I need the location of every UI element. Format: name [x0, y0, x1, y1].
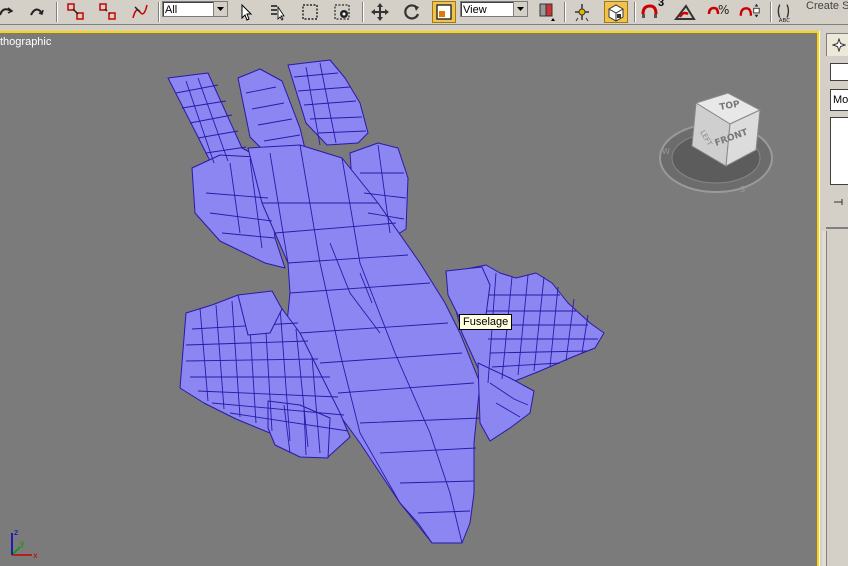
manipulate-icon [575, 4, 589, 22]
snaps-toggle-button[interactable]: 3 [640, 0, 665, 23]
select-and-link-button[interactable] [64, 1, 88, 23]
angle-snap-icon [674, 4, 696, 20]
select-by-name-icon [271, 5, 285, 21]
keyboard-override-icon [608, 4, 624, 22]
unlink-icon [99, 3, 116, 20]
undo-button[interactable] [0, 1, 18, 23]
panel-scrollbar[interactable] [822, 231, 827, 566]
spinner-snap-icon [739, 3, 760, 18]
cursor-arrow-icon [241, 3, 253, 21]
select-object-button[interactable] [234, 1, 258, 23]
create-selection-set-label[interactable]: Create S [806, 0, 848, 12]
scale-icon [436, 4, 452, 20]
select-and-move-button[interactable] [368, 1, 392, 23]
panel-divider [826, 227, 848, 229]
svg-text:ABC: ABC [779, 18, 790, 23]
unlink-selection-button[interactable] [96, 1, 120, 23]
reference-coordinate-value: View [463, 4, 487, 16]
space-warp-icon [132, 4, 148, 19]
chevron-down-icon [513, 2, 527, 16]
axis-tripod: x y z [11, 528, 38, 560]
angle-snap-button[interactable] [674, 1, 698, 23]
axis-z-label: z [14, 528, 18, 537]
selection-filter-value: All [165, 4, 178, 16]
axis-x-label: x [33, 551, 38, 560]
link-icon [67, 3, 84, 20]
snap-dimension-label: 3 [658, 0, 665, 9]
command-panel: Mo [819, 31, 848, 566]
rectangle-select-icon [302, 4, 318, 20]
select-and-scale-button[interactable] [432, 1, 456, 23]
edit-named-selection-button[interactable]: ABC [776, 1, 800, 23]
undo-icon [0, 7, 14, 16]
rectangular-selection-button[interactable] [298, 1, 322, 23]
select-by-name-button[interactable] [266, 1, 290, 23]
object-name-tooltip: Fuselage [459, 314, 513, 330]
named-selection-icon: ABC [777, 4, 790, 23]
spinner-snap-button[interactable] [738, 1, 762, 23]
object-type-field[interactable] [830, 63, 848, 81]
bind-to-space-warp-button[interactable] [128, 1, 152, 23]
object-list-box[interactable] [830, 117, 848, 185]
chevron-down-icon [213, 2, 227, 16]
pivot-center-icon [539, 3, 555, 21]
redo-button[interactable] [24, 1, 48, 23]
selection-filter-dropdown[interactable]: All [162, 1, 228, 17]
pivot-point-button[interactable] [534, 1, 558, 23]
svg-text:%: % [718, 3, 729, 17]
axis-y-label: y [20, 539, 25, 548]
create-tab[interactable] [826, 33, 848, 56]
window-crossing-icon [334, 4, 350, 20]
rotate-icon [404, 4, 420, 20]
object-name-field[interactable]: Mo [830, 89, 848, 111]
redo-icon [30, 8, 44, 16]
percent-snap-button[interactable]: % [706, 1, 730, 23]
compass-south-label: S [740, 185, 745, 194]
main-toolbar: All View 3 % ABC Create S [0, 0, 848, 25]
orthographic-viewport[interactable]: thographic TOP FRONT LEFT W S x y z Fuse… [0, 31, 819, 566]
viewcube[interactable]: TOP FRONT LEFT W S [656, 88, 786, 198]
percent-snap-icon: % [707, 3, 729, 17]
select-and-rotate-button[interactable] [400, 1, 424, 23]
move-icon [371, 3, 389, 21]
select-and-manipulate-button[interactable] [570, 1, 594, 23]
pin-icon[interactable] [834, 199, 846, 205]
reference-coordinate-dropdown[interactable]: View [460, 1, 528, 17]
compass-west-label: W [662, 147, 670, 156]
window-crossing-button[interactable] [330, 1, 354, 23]
create-star-icon [832, 38, 846, 52]
keyboard-shortcut-override-button[interactable] [604, 1, 628, 23]
